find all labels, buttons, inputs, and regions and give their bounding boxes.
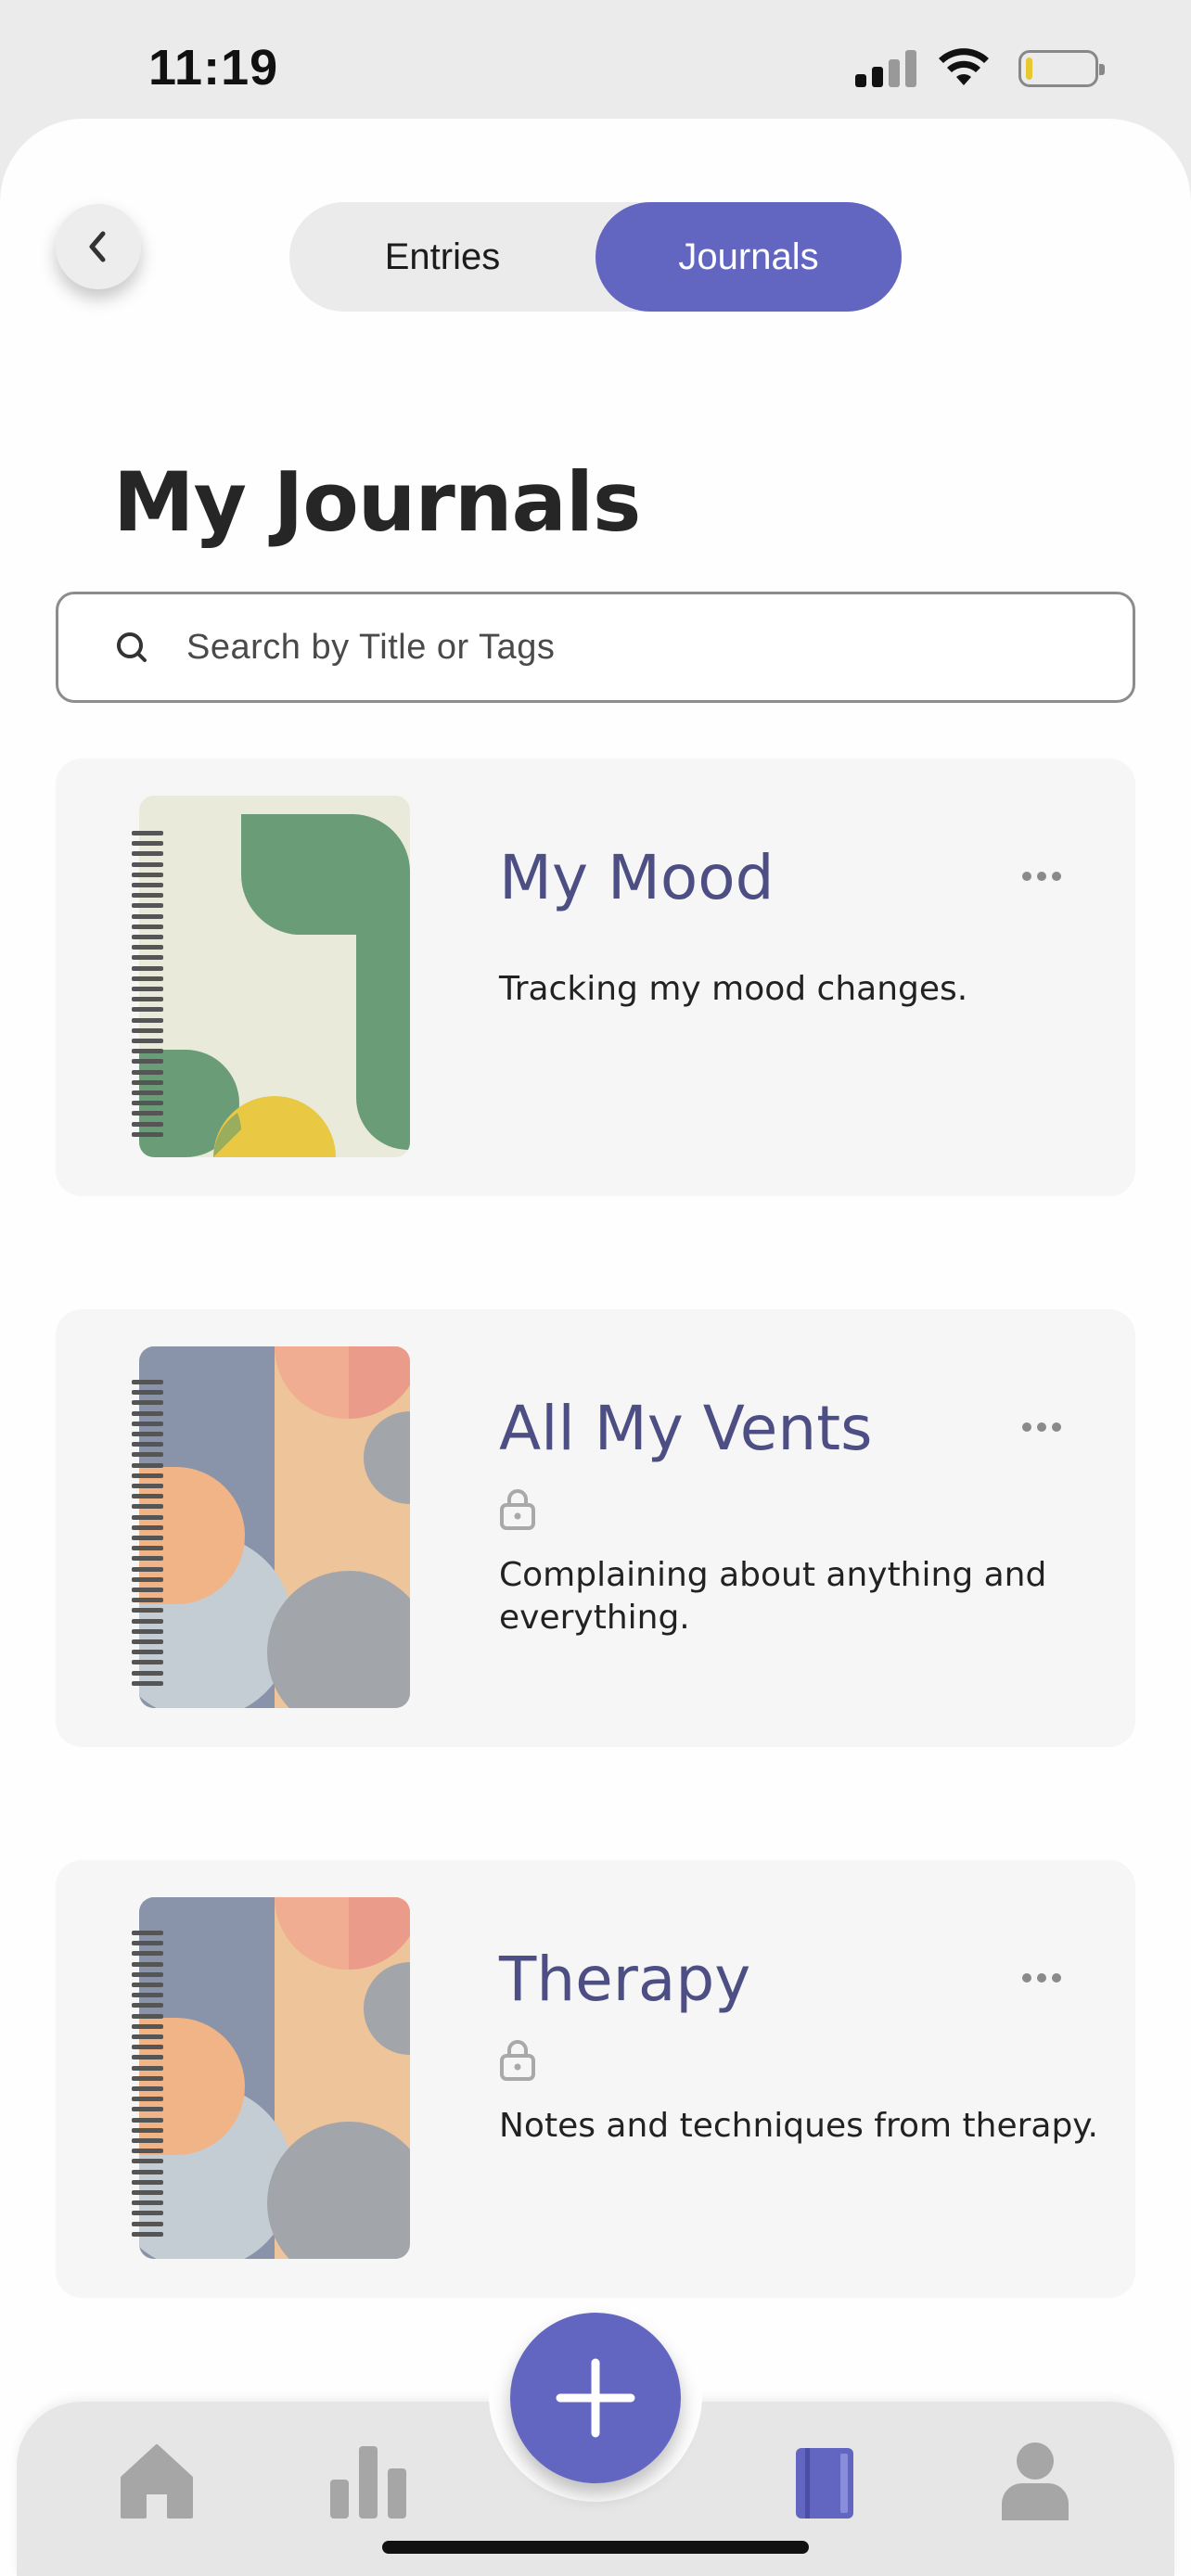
battery-level <box>1026 57 1032 80</box>
more-options-button[interactable] <box>1022 1422 1061 1432</box>
spiral-binding <box>132 1931 163 2237</box>
journal-description: Notes and techniques from therapy. <box>499 2107 1098 2145</box>
journal-card-all-my-vents[interactable]: All My Vents Complaining about anything … <box>56 1309 1135 1747</box>
status-icons <box>855 48 1105 87</box>
tab-entries[interactable]: Entries <box>289 202 596 312</box>
ellipsis-icon <box>1022 872 1031 881</box>
home-indicator <box>382 2541 809 2554</box>
home-icon[interactable] <box>117 2441 197 2520</box>
add-journal-button[interactable] <box>510 2313 681 2483</box>
search-input[interactable]: Search by Title or Tags <box>186 628 555 668</box>
journal-title: Therapy <box>499 1944 751 2015</box>
ellipsis-icon <box>1022 1422 1031 1432</box>
tab-journals[interactable]: Journals <box>596 202 902 312</box>
journal-card-my-mood[interactable]: My Mood Tracking my mood changes. <box>56 759 1135 1196</box>
status-bar: 11:19 <box>0 0 1191 121</box>
add-icon <box>556 2358 635 2438</box>
status-time: 11:19 <box>148 40 279 96</box>
green-abstract-cover-image <box>139 796 410 1157</box>
view-segmented-control: Entries Journals <box>289 202 902 312</box>
lock-icon <box>500 2040 535 2081</box>
journal-title: My Mood <box>499 842 775 913</box>
stats-icon[interactable] <box>328 2441 408 2520</box>
search-icon <box>117 632 147 662</box>
pastel-abstract-cover-image <box>139 1346 410 1708</box>
journal-description: Tracking my mood changes. <box>499 970 968 1008</box>
page-title: My Journals <box>113 454 641 550</box>
spiral-binding <box>132 831 163 1137</box>
journal-title: All My Vents <box>499 1393 873 1464</box>
spiral-binding <box>132 1380 163 1686</box>
search-field[interactable]: Search by Title or Tags <box>56 592 1135 703</box>
cellular-signal-icon <box>855 50 916 87</box>
journal-icon[interactable] <box>794 2446 855 2520</box>
more-options-button[interactable] <box>1022 872 1061 881</box>
ellipsis-icon <box>1022 1973 1031 1983</box>
lock-icon <box>500 1489 535 1530</box>
journal-card-therapy[interactable]: Therapy Notes and techniques from therap… <box>56 1860 1135 2298</box>
profile-icon[interactable] <box>998 2441 1072 2520</box>
battery-icon <box>1018 50 1105 87</box>
journal-description: Complaining about anything and everythin… <box>499 1556 1047 1637</box>
back-button[interactable] <box>56 204 141 289</box>
wifi-icon <box>939 48 989 85</box>
chevron-left-icon <box>89 231 106 262</box>
more-options-button[interactable] <box>1022 1973 1061 1983</box>
pastel-abstract-cover-image <box>139 1897 410 2259</box>
